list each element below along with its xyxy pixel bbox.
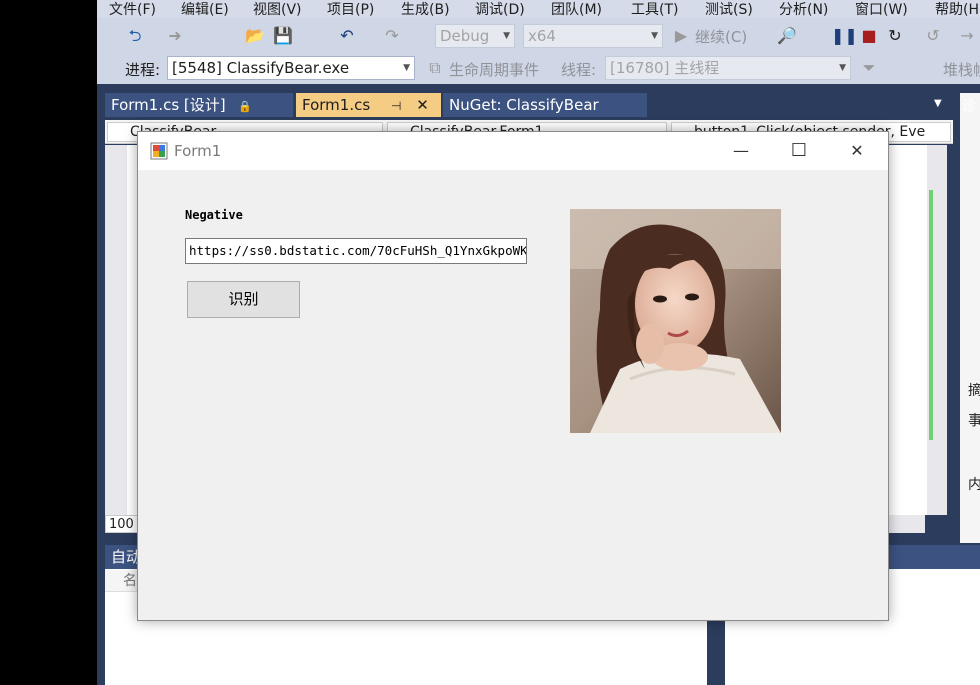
chevron-down-icon: ▼: [651, 31, 658, 41]
pin-icon[interactable]: ⊣: [391, 99, 401, 113]
summary-tab[interactable]: 摘: [968, 380, 980, 400]
stop-icon[interactable]: ■: [859, 26, 879, 46]
show-next-statement-icon[interactable]: ↺: [923, 26, 943, 46]
close-icon[interactable]: ✕: [416, 96, 429, 114]
filter-icon[interactable]: ⏷: [859, 58, 879, 78]
tab-form1-cs[interactable]: Form1.cs ⊣ ✕: [296, 93, 441, 117]
chevron-down-icon: ▼: [503, 31, 510, 41]
tab-form1-designer[interactable]: Form1.cs [设计] 🔒: [105, 93, 293, 117]
menu-view[interactable]: 视图(V): [253, 0, 302, 19]
menu-file[interactable]: 文件(F): [109, 0, 156, 19]
memory-label: 内: [968, 477, 980, 493]
menu-help[interactable]: 帮助(H: [935, 0, 979, 19]
process-value: [5548] ClassifyBear.exe: [172, 59, 350, 77]
chevron-down-icon: ▼: [839, 63, 846, 73]
undo-icon[interactable]: ↶: [337, 26, 357, 46]
lock-icon: 🔒: [238, 100, 253, 113]
menu-tools[interactable]: 工具(T): [631, 0, 678, 19]
tab-label: Form1.cs [设计]: [111, 96, 226, 114]
minimize-button[interactable]: —: [718, 132, 764, 170]
platform-value: x64: [528, 27, 556, 45]
find-icon[interactable]: 🔎: [777, 26, 797, 46]
process-dropdown[interactable]: [5548] ClassifyBear.exe ▼: [167, 56, 415, 80]
tab-overflow-icon[interactable]: ▼: [934, 98, 942, 109]
menu-bar: 文件(F) 编辑(E) 视图(V) 项目(P) 生成(B) 调试(D) 团队(M…: [97, 0, 980, 18]
menu-edit[interactable]: 编辑(E): [181, 0, 229, 19]
open-folder-icon[interactable]: 📂: [245, 26, 265, 46]
step-into-icon[interactable]: →: [957, 26, 977, 46]
form1-window: Form1 — ☐ ✕ Negative https://ss0.bdstati…: [137, 131, 889, 621]
form-app-icon: [150, 142, 168, 160]
platform-dropdown[interactable]: x64 ▼: [523, 24, 663, 48]
menu-project[interactable]: 项目(P): [327, 0, 374, 19]
play-icon[interactable]: ▶: [671, 26, 691, 46]
close-button[interactable]: ✕: [834, 132, 880, 170]
continue-button[interactable]: 继续(C): [695, 26, 747, 47]
events-label: 事: [968, 413, 980, 429]
process-label: 进程:: [125, 61, 161, 79]
form1-titlebar[interactable]: Form1 — ☐ ✕: [138, 132, 888, 170]
lifecycle-events-icon: ⧉: [429, 58, 441, 77]
redo-icon[interactable]: ↷: [382, 26, 402, 46]
diagnostics-tab[interactable]: 诊: [962, 96, 976, 116]
configuration-dropdown[interactable]: Debug ▼: [435, 24, 515, 48]
configuration-value: Debug: [440, 27, 490, 45]
form-title: Form1: [174, 142, 222, 160]
tab-label: NuGet: ClassifyBear: [449, 96, 599, 114]
menu-window[interactable]: 窗口(W): [855, 0, 908, 19]
menu-analyze[interactable]: 分析(N): [779, 0, 828, 19]
restart-icon[interactable]: ↻: [885, 26, 905, 46]
menu-test[interactable]: 测试(S): [705, 0, 753, 19]
thread-label: 线程:: [561, 61, 597, 79]
standard-toolbar: ⮌ ➜ 📂 💾 ↶ ↷ Debug ▼ x64 ▼ ▶ 继续(C) 🔎 ❚❚ ■ ↻…: [97, 20, 980, 52]
menu-build[interactable]: 生成(B): [401, 0, 450, 19]
thread-dropdown[interactable]: [16780] 主线程 ▼: [605, 56, 851, 80]
thread-value: [16780] 主线程: [610, 59, 720, 77]
portrait-photo: [570, 209, 781, 433]
menu-team[interactable]: 团队(M): [551, 0, 602, 19]
back-icon[interactable]: ⮌: [125, 26, 145, 46]
lifecycle-events-button[interactable]: 生命周期事件: [449, 59, 539, 80]
maximize-button[interactable]: ☐: [776, 132, 822, 170]
chevron-down-icon: ▼: [403, 63, 410, 73]
stack-frame-label: 堆栈帧: [943, 61, 980, 79]
pause-icon[interactable]: ❚❚: [831, 26, 858, 46]
image-url-input[interactable]: https://ss0.bdstatic.com/70cFuHSh_Q1YnxG…: [185, 238, 527, 264]
save-icon[interactable]: 💾: [273, 26, 293, 46]
menu-debug[interactable]: 调试(D): [475, 0, 525, 19]
recognize-button[interactable]: 识别: [187, 281, 300, 318]
tab-label: Form1.cs: [302, 96, 371, 114]
tab-nuget[interactable]: NuGet: ClassifyBear: [443, 93, 647, 117]
editor-margin: [105, 145, 127, 515]
forward-icon[interactable]: ➜: [165, 26, 185, 46]
debug-location-toolbar: 进程: [5548] ClassifyBear.exe ▼ ⧉ 生命周期事件 线程…: [97, 53, 980, 83]
result-label: Negative: [185, 208, 243, 222]
change-tracking-bar: [929, 190, 933, 440]
